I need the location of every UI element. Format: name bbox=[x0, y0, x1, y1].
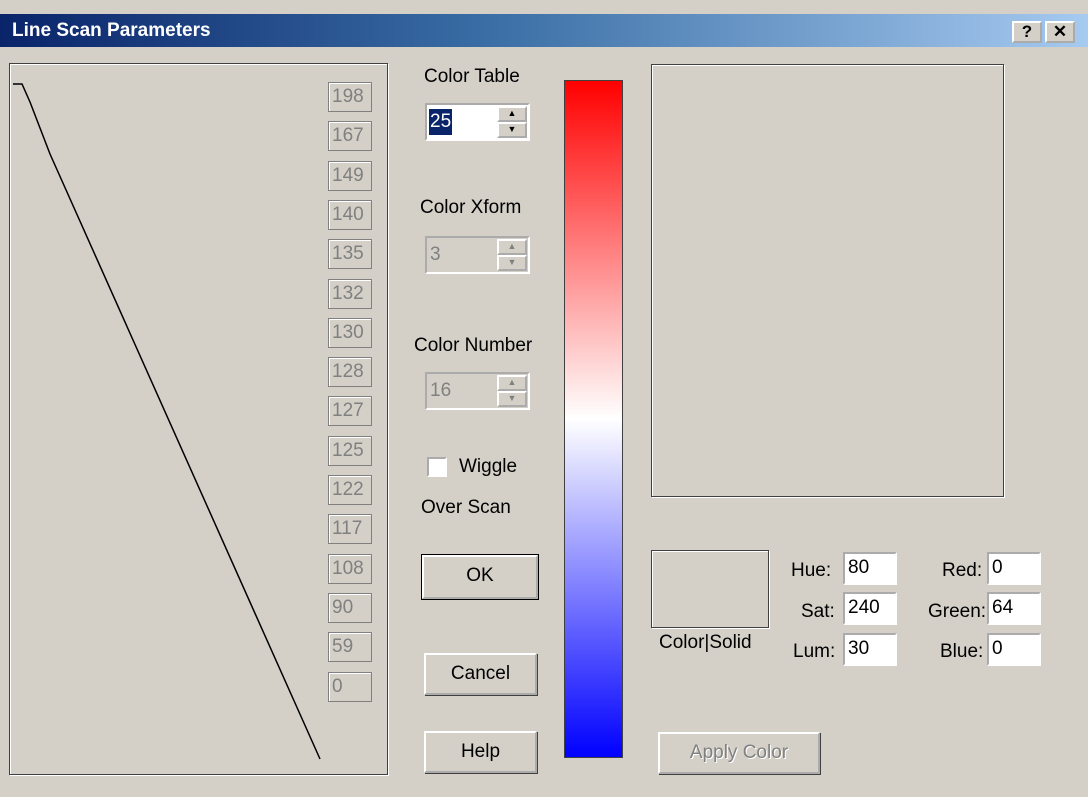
ok-button[interactable]: OK bbox=[421, 554, 539, 600]
scan-value-field: 135 bbox=[328, 239, 372, 270]
color-table-label: Color Table bbox=[424, 66, 520, 87]
hue-input[interactable]: 80 bbox=[843, 552, 897, 585]
scan-value-field: 167 bbox=[328, 121, 372, 152]
spin-up-icon[interactable]: ▲ bbox=[497, 106, 527, 122]
spin-up-icon[interactable]: ▲ bbox=[497, 239, 527, 255]
lum-label: Lum: bbox=[793, 641, 836, 662]
scan-value-field: 127 bbox=[328, 396, 372, 427]
red-label: Red: bbox=[942, 560, 983, 581]
spin-up-icon[interactable]: ▲ bbox=[497, 375, 527, 391]
title-bar[interactable]: Line Scan Parameters ? ✕ bbox=[0, 14, 1088, 47]
scan-value-field: 122 bbox=[328, 475, 372, 505]
scan-value-field: 132 bbox=[328, 278, 372, 309]
scan-value-field: 125 bbox=[328, 435, 372, 466]
help-title-button[interactable]: ? bbox=[1012, 21, 1042, 43]
spin-down-icon[interactable]: ▼ bbox=[497, 255, 527, 271]
scan-value-field: 0 bbox=[328, 671, 372, 702]
scan-value-field: 59 bbox=[328, 632, 372, 663]
color-table-value[interactable]: 25 bbox=[429, 109, 453, 135]
sat-label: Sat: bbox=[801, 601, 835, 622]
red-input[interactable]: 0 bbox=[987, 552, 1041, 585]
color-table-arrows[interactable]: ▲ ▼ bbox=[497, 106, 527, 138]
wiggle-checkbox[interactable] bbox=[427, 457, 447, 477]
scan-value-field: 149 bbox=[328, 160, 372, 191]
color-gradient-bar bbox=[564, 80, 623, 758]
scan-value-field: 130 bbox=[328, 317, 372, 348]
close-icon[interactable]: ✕ bbox=[1045, 21, 1075, 43]
color-xform-value: 3 bbox=[430, 244, 441, 265]
color-number-value: 16 bbox=[430, 380, 452, 401]
color-number-arrows[interactable]: ▲ ▼ bbox=[497, 375, 527, 407]
lum-input[interactable]: 30 bbox=[843, 633, 897, 666]
color-xform-label: Color Xform bbox=[420, 197, 522, 218]
blue-label: Blue: bbox=[940, 641, 984, 662]
wiggle-label: Wiggle bbox=[459, 456, 518, 477]
scan-value-field: 128 bbox=[328, 357, 372, 388]
spin-down-icon[interactable]: ▼ bbox=[497, 122, 527, 138]
window-title: Line Scan Parameters bbox=[12, 20, 211, 41]
spin-down-icon[interactable]: ▼ bbox=[497, 391, 527, 407]
color-swatch[interactable] bbox=[651, 550, 769, 628]
blue-input[interactable]: 0 bbox=[987, 633, 1041, 666]
color-xform-stepper[interactable]: 3 ▲ ▼ bbox=[425, 236, 530, 274]
cancel-button[interactable]: Cancel bbox=[424, 653, 537, 695]
sat-input[interactable]: 240 bbox=[843, 592, 897, 625]
scan-value-field: 90 bbox=[328, 592, 372, 623]
hue-label: Hue: bbox=[791, 560, 832, 581]
color-number-stepper[interactable]: 16 ▲ ▼ bbox=[425, 372, 530, 410]
color-number-label: Color Number bbox=[414, 335, 533, 356]
preview-panel bbox=[651, 64, 1004, 497]
color-solid-label: Color|Solid bbox=[659, 632, 752, 653]
scan-value-field: 108 bbox=[328, 553, 372, 584]
scan-value-field: 117 bbox=[328, 514, 372, 545]
help-button[interactable]: Help bbox=[424, 731, 537, 773]
green-label: Green: bbox=[928, 601, 987, 622]
color-table-stepper[interactable]: 25 ▲ ▼ bbox=[425, 103, 530, 141]
green-input[interactable]: 64 bbox=[987, 592, 1041, 625]
scan-value-field: 198 bbox=[328, 82, 372, 112]
color-xform-arrows[interactable]: ▲ ▼ bbox=[497, 239, 527, 271]
over-scan-label: Over Scan bbox=[421, 497, 511, 518]
apply-color-button[interactable]: Apply Color bbox=[658, 732, 820, 774]
scan-value-field: 140 bbox=[328, 199, 372, 230]
